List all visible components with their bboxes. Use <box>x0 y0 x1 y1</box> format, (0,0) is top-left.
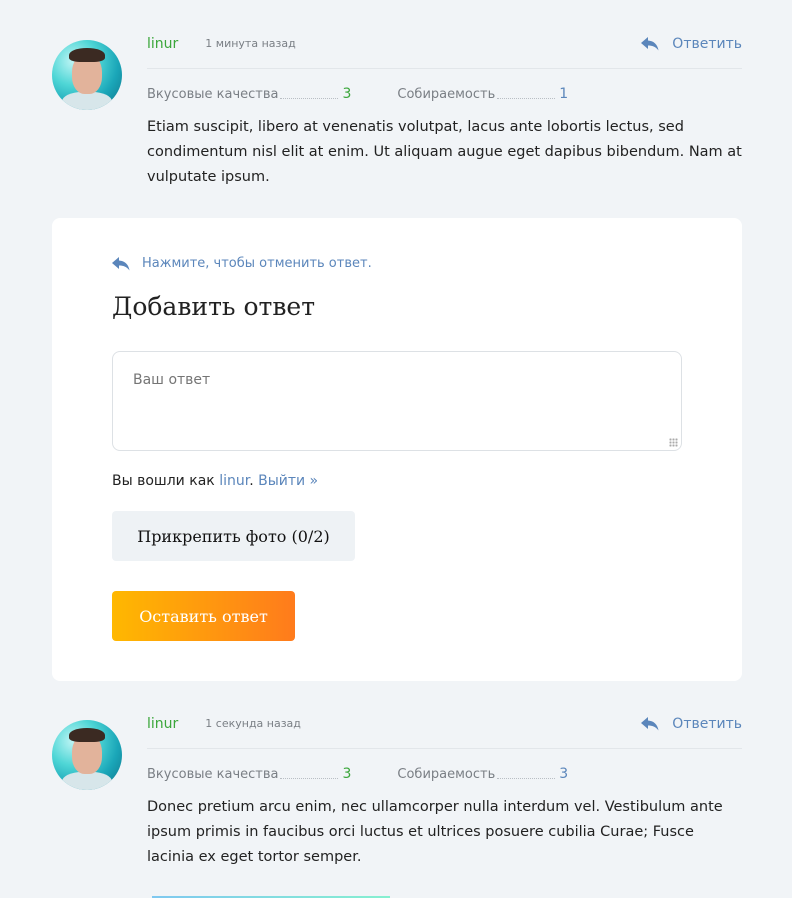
rating-value: 1 <box>559 86 569 102</box>
rating-label: Собираемость <box>397 87 496 102</box>
reply-textarea[interactable] <box>112 351 682 451</box>
logged-separator: . <box>249 473 259 489</box>
rating-dots <box>497 778 556 779</box>
resize-grip-icon[interactable] <box>669 438 678 447</box>
comment-text: Donec pretium arcu enim, nec ullamcorper… <box>147 799 723 865</box>
form-title: Добавить ответ <box>112 292 316 321</box>
comment-body: linur 1 минута назад Ответить Вкусовые к… <box>147 36 742 190</box>
user-avatar <box>52 720 122 790</box>
logout-link[interactable]: Выйти » <box>258 473 318 489</box>
rating-label: Вкусовые качества <box>147 767 279 782</box>
rating-dots <box>280 98 339 99</box>
comment-text: Etiam suscipit, libero at venenatis volu… <box>147 119 742 185</box>
cancel-reply-link[interactable]: Нажмите, чтобы отменить ответ. <box>112 256 372 271</box>
reply-button[interactable]: Ответить <box>641 36 742 52</box>
ratings-row: Вкусовые качества 3 Собираемость 3 <box>147 766 742 782</box>
logged-in-notice: Вы вошли как linur. Выйти » <box>112 473 318 489</box>
reply-label: Ответить <box>672 36 742 52</box>
rating-assembly: Собираемость 1 <box>397 86 568 102</box>
rating-value: 3 <box>559 766 569 782</box>
rating-taste: Вкусовые качества 3 <box>147 86 351 102</box>
reply-arrow-icon <box>641 717 659 731</box>
logged-prefix: Вы вошли как <box>112 473 220 489</box>
submit-reply-button[interactable]: Оставить ответ <box>112 591 295 641</box>
comment-author[interactable]: linur <box>147 36 178 52</box>
reply-arrow-icon <box>641 37 659 51</box>
profile-link[interactable]: linur <box>219 473 249 489</box>
rating-label: Собираемость <box>397 767 496 782</box>
ratings-row: Вкусовые качества 3 Собираемость 1 <box>147 86 742 102</box>
comment-header: linur 1 минута назад Ответить <box>147 36 742 69</box>
comment-time: 1 минута назад <box>205 37 296 50</box>
cancel-reply-label: Нажмите, чтобы отменить ответ. <box>142 256 372 271</box>
reply-form: Нажмите, чтобы отменить ответ. Добавить … <box>52 218 742 681</box>
rating-value: 3 <box>342 86 352 102</box>
rating-assembly: Собираемость 3 <box>397 766 568 782</box>
comment-author[interactable]: linur <box>147 716 178 732</box>
reply-label: Ответить <box>672 716 742 732</box>
reply-button[interactable]: Ответить <box>641 716 742 732</box>
rating-taste: Вкусовые качества 3 <box>147 766 351 782</box>
reply-arrow-icon <box>112 256 130 270</box>
attach-photo-button[interactable]: Прикрепить фото (0/2) <box>112 511 355 561</box>
comment-body: linur 1 секунда назад Ответить Вкусовые … <box>147 716 742 870</box>
rating-label: Вкусовые качества <box>147 87 279 102</box>
rating-value: 3 <box>342 766 352 782</box>
rating-dots <box>497 98 556 99</box>
rating-dots <box>280 778 339 779</box>
user-avatar <box>52 40 122 110</box>
comment-header: linur 1 секунда назад Ответить <box>147 716 742 749</box>
comment-time: 1 секунда назад <box>205 717 301 730</box>
